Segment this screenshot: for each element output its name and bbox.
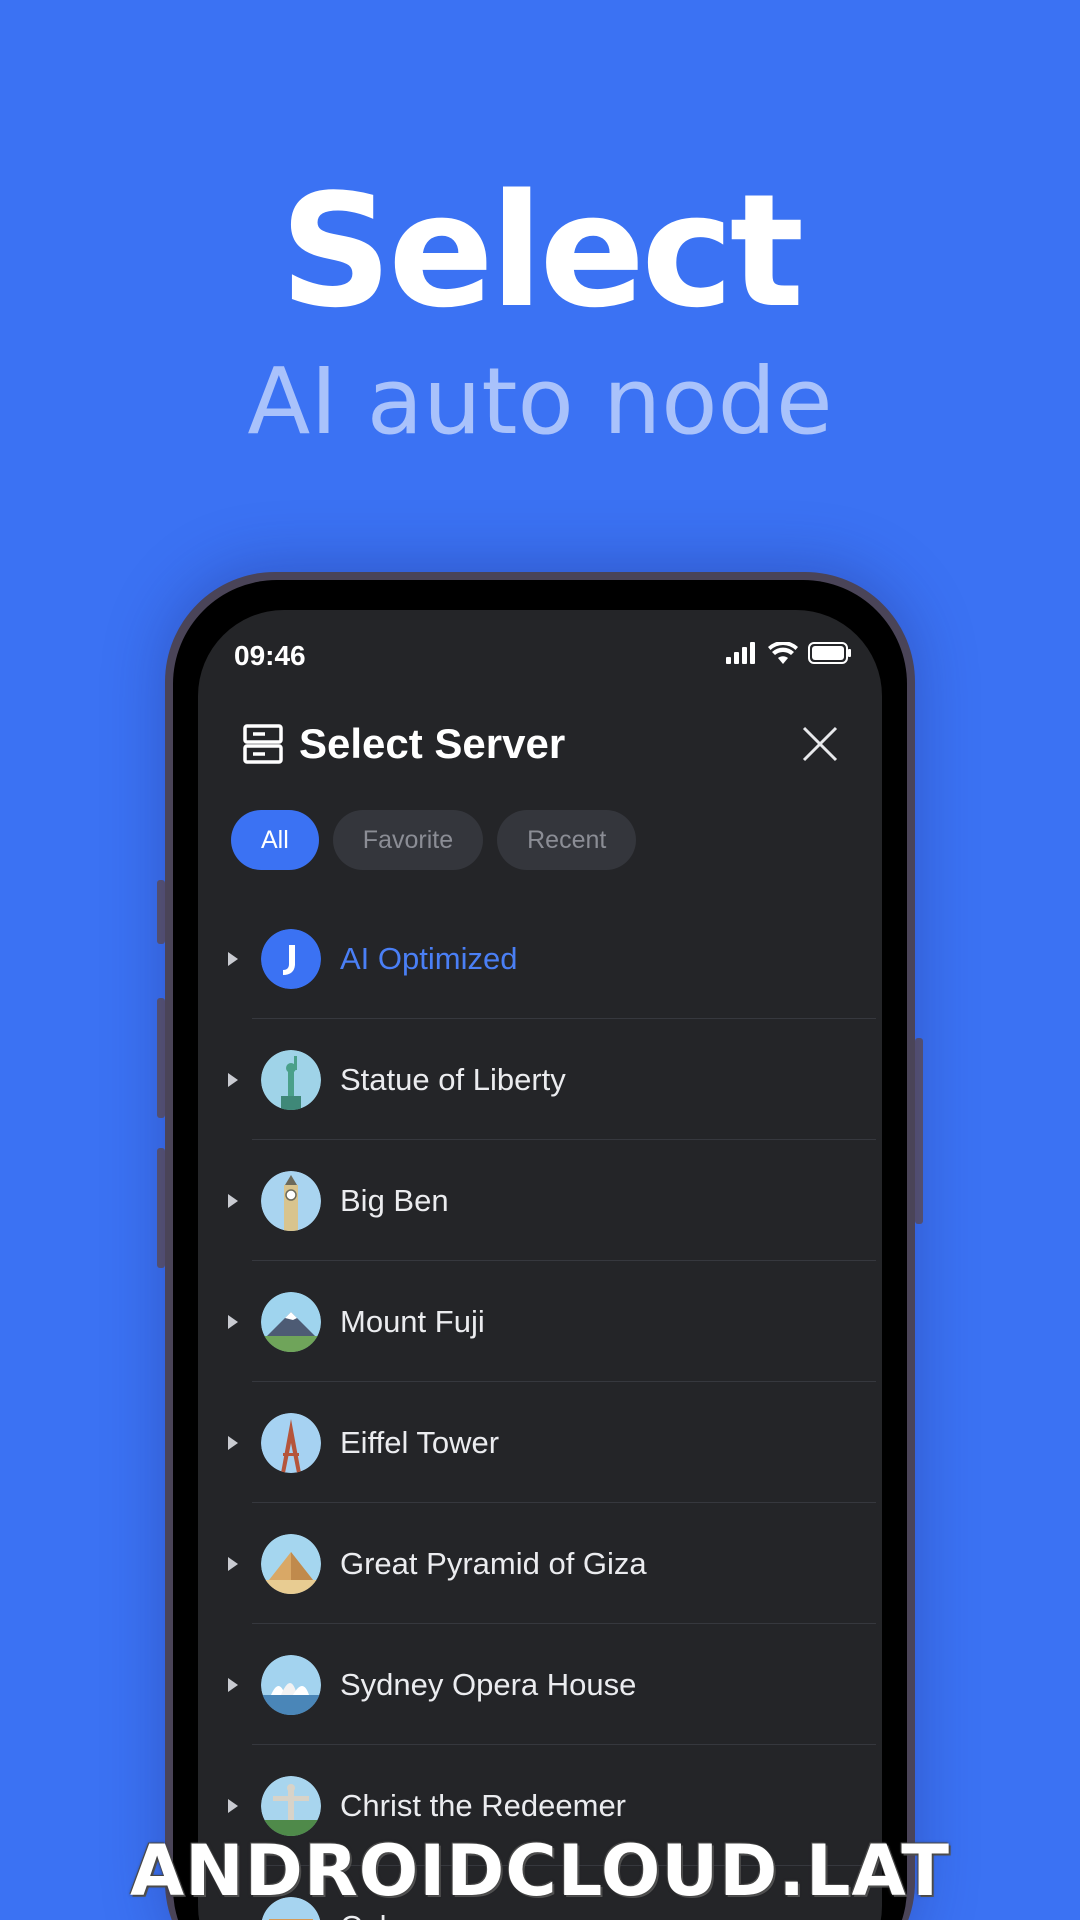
phone-power-button <box>915 1038 923 1224</box>
christ-redeemer-icon <box>261 1775 321 1836</box>
phone-volume-up-button <box>157 998 165 1118</box>
expand-arrow-icon[interactable] <box>228 1435 238 1450</box>
close-icon <box>802 726 838 762</box>
server-name: Christ the Redeemer <box>340 1787 627 1823</box>
watermark: ANDROIDCLOUD.LAT <box>129 1830 951 1912</box>
expand-arrow-icon[interactable] <box>228 1556 238 1571</box>
wifi-icon <box>768 642 798 664</box>
server-name: Eiffel Tower <box>340 1424 500 1460</box>
server-name: Big Ben <box>340 1182 449 1218</box>
phone-frame: 09:46 Select Server All Favorite Recent … <box>165 572 915 1920</box>
ai-logo-icon <box>261 928 321 989</box>
expand-arrow-icon[interactable] <box>228 1798 238 1813</box>
big-ben-icon <box>261 1170 321 1231</box>
server-row-great-pyramid[interactable]: Great Pyramid of Giza <box>198 1503 882 1624</box>
server-list: AI Optimized Statue of Liberty Big Ben M… <box>198 898 882 1920</box>
phone-mute-switch <box>157 880 165 944</box>
page-title: Select Server <box>299 720 566 767</box>
expand-arrow-icon[interactable] <box>228 951 238 966</box>
hero-headline: Select <box>279 160 804 342</box>
server-row-mount-fuji[interactable]: Mount Fuji <box>198 1261 882 1382</box>
status-icons <box>726 642 852 664</box>
mount-fuji-icon <box>261 1291 321 1352</box>
expand-arrow-icon[interactable] <box>228 1677 238 1692</box>
server-row-big-ben[interactable]: Big Ben <box>198 1140 882 1261</box>
cellular-signal-icon <box>726 642 755 664</box>
close-button[interactable] <box>798 722 842 766</box>
phone-volume-down-button <box>157 1148 165 1268</box>
server-name: Statue of Liberty <box>340 1061 566 1097</box>
opera-house-icon <box>261 1654 321 1715</box>
battery-icon <box>808 642 851 664</box>
phone-screen: 09:46 Select Server All Favorite Recent … <box>198 610 882 1920</box>
tab-favorite[interactable]: Favorite <box>332 810 484 870</box>
server-name: Mount Fuji <box>340 1303 485 1339</box>
server-row-ai-optimized[interactable]: AI Optimized <box>198 898 882 1019</box>
pyramid-icon <box>261 1533 321 1594</box>
server-name: Great Pyramid of Giza <box>340 1545 647 1581</box>
statue-of-liberty-icon <box>261 1049 321 1110</box>
expand-arrow-icon[interactable] <box>228 1193 238 1208</box>
server-row-eiffel-tower[interactable]: Eiffel Tower <box>198 1382 882 1503</box>
server-icon <box>243 724 283 764</box>
tab-all[interactable]: All <box>231 810 319 870</box>
expand-arrow-icon[interactable] <box>228 1314 238 1329</box>
server-row-statue-of-liberty[interactable]: Statue of Liberty <box>198 1019 882 1140</box>
header: Select Server <box>243 720 565 768</box>
status-time: 09:46 <box>234 640 306 671</box>
eiffel-tower-icon <box>261 1412 321 1473</box>
server-row-sydney-opera-house[interactable]: Sydney Opera House <box>198 1624 882 1745</box>
filter-tabs: All Favorite Recent <box>231 810 637 870</box>
server-name: Sydney Opera House <box>340 1666 637 1702</box>
tab-recent[interactable]: Recent <box>497 810 637 870</box>
hero-subline: AI auto node <box>247 348 833 455</box>
server-name: AI Optimized <box>340 940 518 976</box>
expand-arrow-icon[interactable] <box>228 1072 238 1087</box>
